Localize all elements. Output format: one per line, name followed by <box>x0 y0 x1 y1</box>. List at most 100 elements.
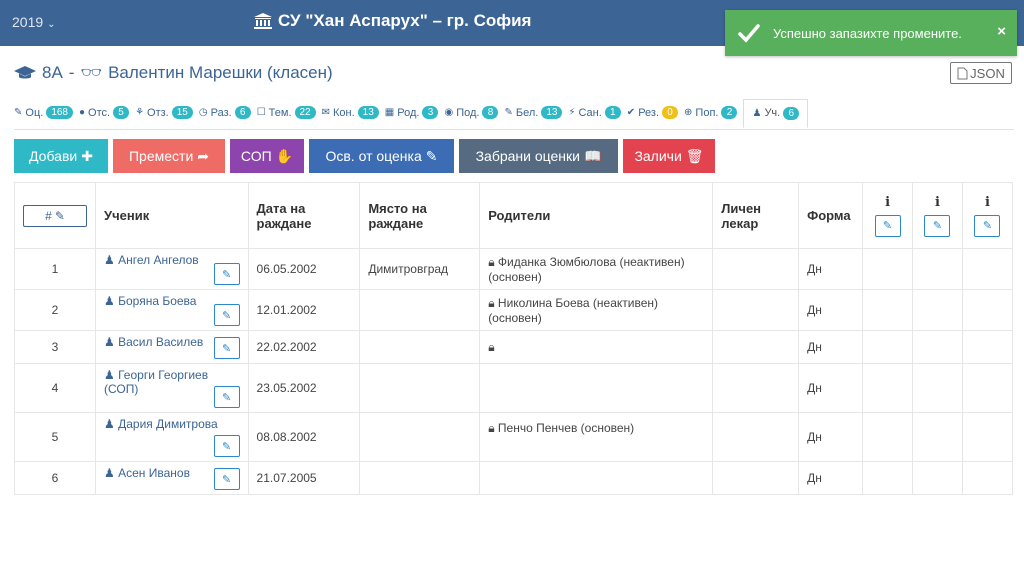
year-value: 2019 <box>12 14 44 30</box>
edit-student-button[interactable]: ✎ <box>213 386 240 408</box>
student-icon: ♟ <box>104 335 115 349</box>
info-cell <box>862 412 914 462</box>
info-cell <box>862 248 914 290</box>
doctor-cell <box>712 248 800 290</box>
tab-grades[interactable]: ✎ Оц. 168 <box>14 106 73 119</box>
delete-button[interactable]: Заличи 🗑 <box>623 139 715 173</box>
edit-student-button[interactable]: ✎ <box>213 304 240 326</box>
student-name[interactable]: Боряна Боева <box>118 294 196 308</box>
graduation-cap-icon <box>14 66 36 79</box>
tab-signatures[interactable]: ◉ Под. 8 <box>444 106 499 119</box>
tab-support[interactable]: ⊕ Поп. 2 <box>684 106 738 119</box>
button-label: Забрани оценки <box>475 148 580 164</box>
edit-icon: ✎ <box>54 208 65 223</box>
number-edit-button[interactable]: # ✎ <box>23 204 87 227</box>
edit-student-button[interactable]: ✎ <box>213 337 240 359</box>
student-name[interactable]: Ангел Ангелов <box>118 253 199 267</box>
student-cell: ♟ Георги Георгиев (СОП) ✎ <box>95 363 249 413</box>
student-name[interactable]: Дария Димитрова <box>118 417 218 431</box>
dob-cell: 23.05.2002 <box>247 363 361 413</box>
exempt-grade-button[interactable]: Осв. от оценка ✎ <box>309 139 454 173</box>
move-button[interactable]: Премести ➦ <box>113 139 225 173</box>
student-icon: ♟ <box>104 466 115 480</box>
tab-students[interactable]: ♟ Уч. 6 <box>743 98 809 128</box>
parent-cell: 🔒︎ Николина Боева (неактивен) (основен) <box>479 289 714 331</box>
tab-topics[interactable]: ☐ Тем. 22 <box>257 106 316 119</box>
table-row: 1 ♟ Ангел Ангелов ✎ 06.05.2002 Димитровгр… <box>14 248 1014 290</box>
edit-student-button[interactable]: ✎ <box>213 263 240 285</box>
calendar-icon: ▦ <box>384 107 395 118</box>
year-selector[interactable]: 2019 ⌄ <box>12 14 56 30</box>
sop-button[interactable]: СОП ✋ <box>230 139 304 173</box>
edit-button[interactable]: ✎ <box>924 214 951 237</box>
edit-button[interactable]: ✎ <box>974 214 1001 237</box>
file-code-icon <box>957 67 968 79</box>
tab-sanctions[interactable]: ⚡ Сан. 1 <box>568 106 621 119</box>
info-cell <box>912 289 963 331</box>
parent-cell <box>479 363 714 413</box>
table-row: 2 ♟ Боряна Боева ✎ 12.01.2002 🔒︎ Николина… <box>14 289 1014 331</box>
institution-icon <box>254 13 272 29</box>
toast-message: Успешно запазихте промените. <box>773 25 962 41</box>
life-ring-icon: ⊕ <box>684 107 693 118</box>
parent-name[interactable]: Николина Боева (неактивен) (основен) <box>488 296 658 325</box>
success-toast: Успешно запазихте промените. × <box>725 10 1017 56</box>
tab-contacts[interactable]: ✉ Кон. 13 <box>322 106 379 119</box>
row-number: 5 <box>14 412 96 462</box>
block-grades-button[interactable]: Забрани оценки 📖 <box>459 139 618 173</box>
hash-label: # <box>45 208 52 223</box>
tab-count-badge: 6 <box>234 106 251 119</box>
tab-results[interactable]: ✔ Рез. 0 <box>627 106 679 119</box>
tab-label: Оц. <box>25 106 44 119</box>
share-icon: ➦ <box>197 147 209 164</box>
button-label: СОП <box>240 148 272 164</box>
exclamation-circle-icon: ● <box>79 107 86 118</box>
parent-lock-icon: 🔒︎ <box>488 295 495 310</box>
info-cell <box>912 363 963 413</box>
eye-icon: ◉ <box>444 107 454 118</box>
parent-name[interactable]: Пенчо Пенчев (основен) <box>498 421 634 435</box>
student-cell: ♟ Васил Василев ✎ <box>95 330 249 364</box>
doctor-cell <box>712 330 800 364</box>
col-info-2: i ✎ <box>912 182 963 249</box>
parent-name[interactable]: Фиданка Зюмбюлова (неактивен) (основен) <box>488 255 684 284</box>
student-name[interactable]: Васил Василев <box>118 335 203 349</box>
tab-label: Уч. <box>764 107 781 119</box>
info-icon: i <box>985 194 990 210</box>
student-name[interactable]: Георги Георгиев (СОП) <box>104 368 208 396</box>
add-button[interactable]: Добави ✚ <box>14 139 108 173</box>
student-name[interactable]: Асен Иванов <box>118 466 190 480</box>
table-row: 5 ♟ Дария Димитрова ✎ 08.08.2002 🔒︎ Пенчо… <box>14 412 1014 462</box>
class-name: 8А <box>42 63 63 82</box>
tab-absences[interactable]: ● Отс. 5 <box>79 106 130 119</box>
tab-count-badge: 2 <box>721 106 738 119</box>
json-button[interactable]: JSON <box>950 62 1012 84</box>
row-number: 2 <box>14 289 96 331</box>
pob-cell: Димитровград <box>359 248 481 290</box>
chevron-down-icon: ⌄ <box>47 19 56 30</box>
form-cell: Дн <box>798 412 864 462</box>
toast-close-button[interactable]: × <box>997 23 1006 40</box>
tab-notes[interactable]: ✎ Бел. 13 <box>504 106 563 119</box>
tab-schedule[interactable]: ◷ Раз. 6 <box>199 106 251 119</box>
dob-cell: 08.08.2002 <box>247 412 361 462</box>
info-cell <box>961 330 1014 364</box>
pencil-icon: ✎ <box>14 107 23 118</box>
tab-count-badge: 8 <box>482 106 499 119</box>
edit-student-button[interactable]: ✎ <box>213 435 240 457</box>
tab-label: Отс. <box>88 106 111 119</box>
student-icon: ♟ <box>104 253 115 267</box>
tab-label: Под. <box>456 106 480 119</box>
tab-feedback[interactable]: ⚘ Отз. 15 <box>135 106 193 119</box>
edit-icon: ✉ <box>321 107 331 118</box>
col-info-1: i ✎ <box>862 182 914 249</box>
pencil-icon: ✎ <box>425 147 438 164</box>
pob-cell <box>359 289 481 331</box>
parent-cell <box>479 461 714 495</box>
tab-parents[interactable]: ▦ Род. 3 <box>385 106 439 119</box>
edit-student-button[interactable]: ✎ <box>213 468 240 490</box>
info-icon: i <box>885 194 891 210</box>
col-form: Форма <box>798 182 864 249</box>
edit-button[interactable]: ✎ <box>874 214 901 237</box>
table-row: 6 ♟ Асен Иванов ✎ 21.07.2005 Дн <box>14 461 1014 495</box>
